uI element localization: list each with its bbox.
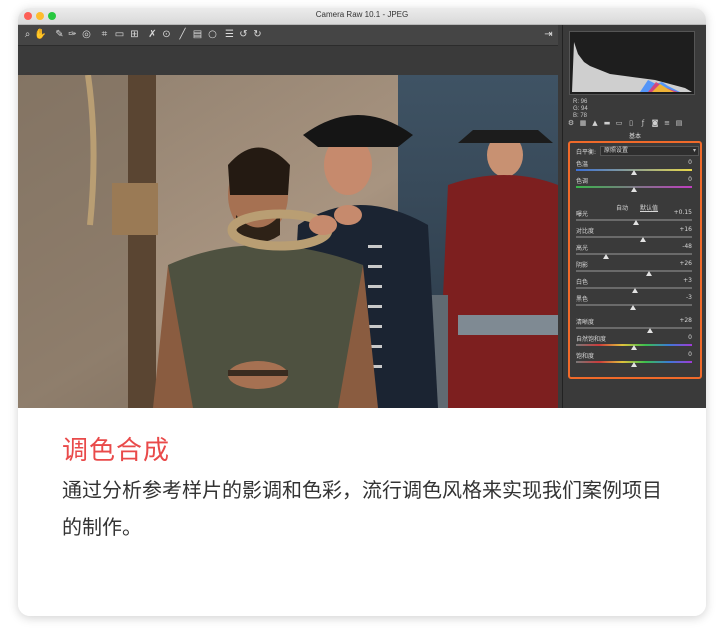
rotate-cw-icon[interactable]: ↻ <box>251 28 264 41</box>
g-label: G: <box>573 106 580 112</box>
slider-value[interactable]: +28 <box>679 317 692 324</box>
slider-knob[interactable] <box>647 328 654 333</box>
slider-track[interactable] <box>576 327 692 329</box>
straighten-icon[interactable]: ▭ <box>113 28 126 41</box>
slider-knob[interactable] <box>629 305 636 310</box>
wb-value: 原照设置 <box>604 147 629 154</box>
hand-icon[interactable]: ✋ <box>34 28 47 41</box>
split-toning-tab-icon[interactable]: ▭ <box>615 119 623 128</box>
camera-calibration-tab-icon[interactable]: ◙ <box>651 119 659 128</box>
rotate-ccw-icon[interactable]: ↺ <box>237 28 250 41</box>
slider-value[interactable]: 0 <box>688 159 692 166</box>
rgb-readout-g: G: 94 <box>573 106 588 112</box>
slider-label: 黑色 <box>576 296 589 303</box>
r-value: 96 <box>580 99 588 105</box>
slider-label: 自然饱和度 <box>576 336 607 343</box>
basic-panel: 白平衡: 原照设置 ▾ 自动 默认值 色温 0 色调 0 曝光 +0.15 对比度 +16 高光… <box>568 141 702 379</box>
slider-value[interactable]: +3 <box>683 277 692 284</box>
pirate-scene-image <box>18 75 558 408</box>
white-balance-select[interactable]: 原照设置 ▾ <box>600 146 699 156</box>
auto-button[interactable]: 自动 <box>616 203 628 212</box>
slider-knob[interactable] <box>631 170 637 175</box>
crop-icon[interactable]: ⌗ <box>98 28 111 41</box>
histogram-graph <box>572 42 692 92</box>
slider-label: 高光 <box>576 245 589 252</box>
tone-curve-tab-icon[interactable]: ▦ <box>579 119 587 128</box>
slider-knob[interactable] <box>632 288 639 293</box>
histogram <box>569 31 695 95</box>
slider-knob[interactable] <box>633 220 640 225</box>
slider-knob[interactable] <box>631 345 637 350</box>
slider-label: 阴影 <box>576 262 589 269</box>
caption-area: 调色合成 通过分析参考样片的影调和色彩，流行调色风格来实现我们案例项目的制作。 <box>18 408 706 616</box>
slider-label: 白色 <box>576 279 589 286</box>
spot-removal-icon[interactable]: ✗ <box>146 28 159 41</box>
slider-value[interactable]: 0 <box>688 176 692 183</box>
graduated-filter-icon[interactable]: ▤ <box>191 28 204 41</box>
tool-bar: ⌕ ✋ ✎ ✑ ◎ ⌗ ▭ ⊞ ✗ ⊙ ╱ ▤ ○ ☰ ↺ ↻ ⇥ <box>18 25 558 46</box>
slider-value[interactable]: -3 <box>686 294 692 301</box>
basic-tab-icon[interactable]: ⚙ <box>567 119 575 128</box>
zoom-icon[interactable]: ⌕ <box>21 28 34 41</box>
transform-icon[interactable]: ⊞ <box>128 28 141 41</box>
preview-photo <box>18 75 558 408</box>
slider-knob[interactable] <box>631 187 637 192</box>
target-adjust-icon[interactable]: ◎ <box>80 28 93 41</box>
slider-label: 曝光 <box>576 211 589 218</box>
presets-tab-icon[interactable]: ≡ <box>663 119 671 128</box>
slider-track[interactable] <box>576 253 692 255</box>
slider-track[interactable] <box>576 270 692 272</box>
default-button[interactable]: 默认值 <box>640 203 658 212</box>
feature-card: Camera Raw 10.1 - JPEG ⌕ ✋ ✎ ✑ ◎ ⌗ ▭ ⊞ ✗… <box>18 8 706 616</box>
fx-tab-icon[interactable]: ƒ <box>639 119 647 128</box>
slider-knob[interactable] <box>603 254 610 259</box>
right-side-panel: R: 96 G: 94 B: 78 ⚙ ▦ ▲ ▬ ▭ ▯ ƒ ◙ ≡ ▤ 基本 <box>562 25 706 408</box>
slider-value[interactable]: -48 <box>682 243 692 250</box>
adjustment-brush-icon[interactable]: ╱ <box>176 28 189 41</box>
detail-tab-icon[interactable]: ▲ <box>591 119 599 128</box>
white-balance-icon[interactable]: ✎ <box>53 28 66 41</box>
list-icon[interactable]: ☰ <box>223 28 236 41</box>
slider-knob[interactable] <box>646 271 653 276</box>
lens-tab-icon[interactable]: ▯ <box>627 119 635 128</box>
red-eye-icon[interactable]: ⊙ <box>160 28 173 41</box>
window-titlebar: Camera Raw 10.1 - JPEG <box>18 8 706 25</box>
slider-value[interactable]: 0 <box>688 334 692 341</box>
slider-value[interactable]: +26 <box>679 260 692 267</box>
slider-label: 对比度 <box>576 228 595 235</box>
snapshots-tab-icon[interactable]: ▤ <box>675 119 683 128</box>
rgb-readout-r: R: 96 <box>573 99 587 105</box>
description: 通过分析参考样片的影调和色彩，流行调色风格来实现我们案例项目的制作。 <box>62 478 662 539</box>
g-value: 94 <box>581 106 588 112</box>
slider-label: 色温 <box>576 161 589 168</box>
export-icon[interactable]: ⇥ <box>542 28 555 41</box>
r-label: R: <box>573 99 579 105</box>
slider-label: 清晰度 <box>576 319 595 326</box>
slider-knob[interactable] <box>631 362 637 367</box>
slider-value[interactable]: 0 <box>688 351 692 358</box>
headline: 调色合成 <box>62 436 171 466</box>
wb-label: 白平衡: <box>576 149 597 156</box>
hsl-tab-icon[interactable]: ▬ <box>603 119 611 128</box>
window-title: Camera Raw 10.1 - JPEG <box>315 10 409 19</box>
panel-tabs: ⚙ ▦ ▲ ▬ ▭ ▯ ƒ ◙ ≡ ▤ <box>567 119 703 129</box>
panel-title: 基本 <box>628 133 641 140</box>
slider-label: 饱和度 <box>576 353 595 360</box>
slider-knob[interactable] <box>640 237 647 242</box>
chevron-down-icon: ▾ <box>692 147 696 154</box>
color-sampler-icon[interactable]: ✑ <box>66 28 79 41</box>
slider-value[interactable]: +0.15 <box>674 209 692 216</box>
radial-filter-icon[interactable]: ○ <box>206 28 219 41</box>
camera-raw-app: ⌕ ✋ ✎ ✑ ◎ ⌗ ▭ ⊞ ✗ ⊙ ╱ ▤ ○ ☰ ↺ ↻ ⇥ R: 96 … <box>18 25 706 408</box>
slider-value[interactable]: +16 <box>679 226 692 233</box>
slider-track[interactable] <box>576 236 692 238</box>
slider-label: 色调 <box>576 178 589 185</box>
